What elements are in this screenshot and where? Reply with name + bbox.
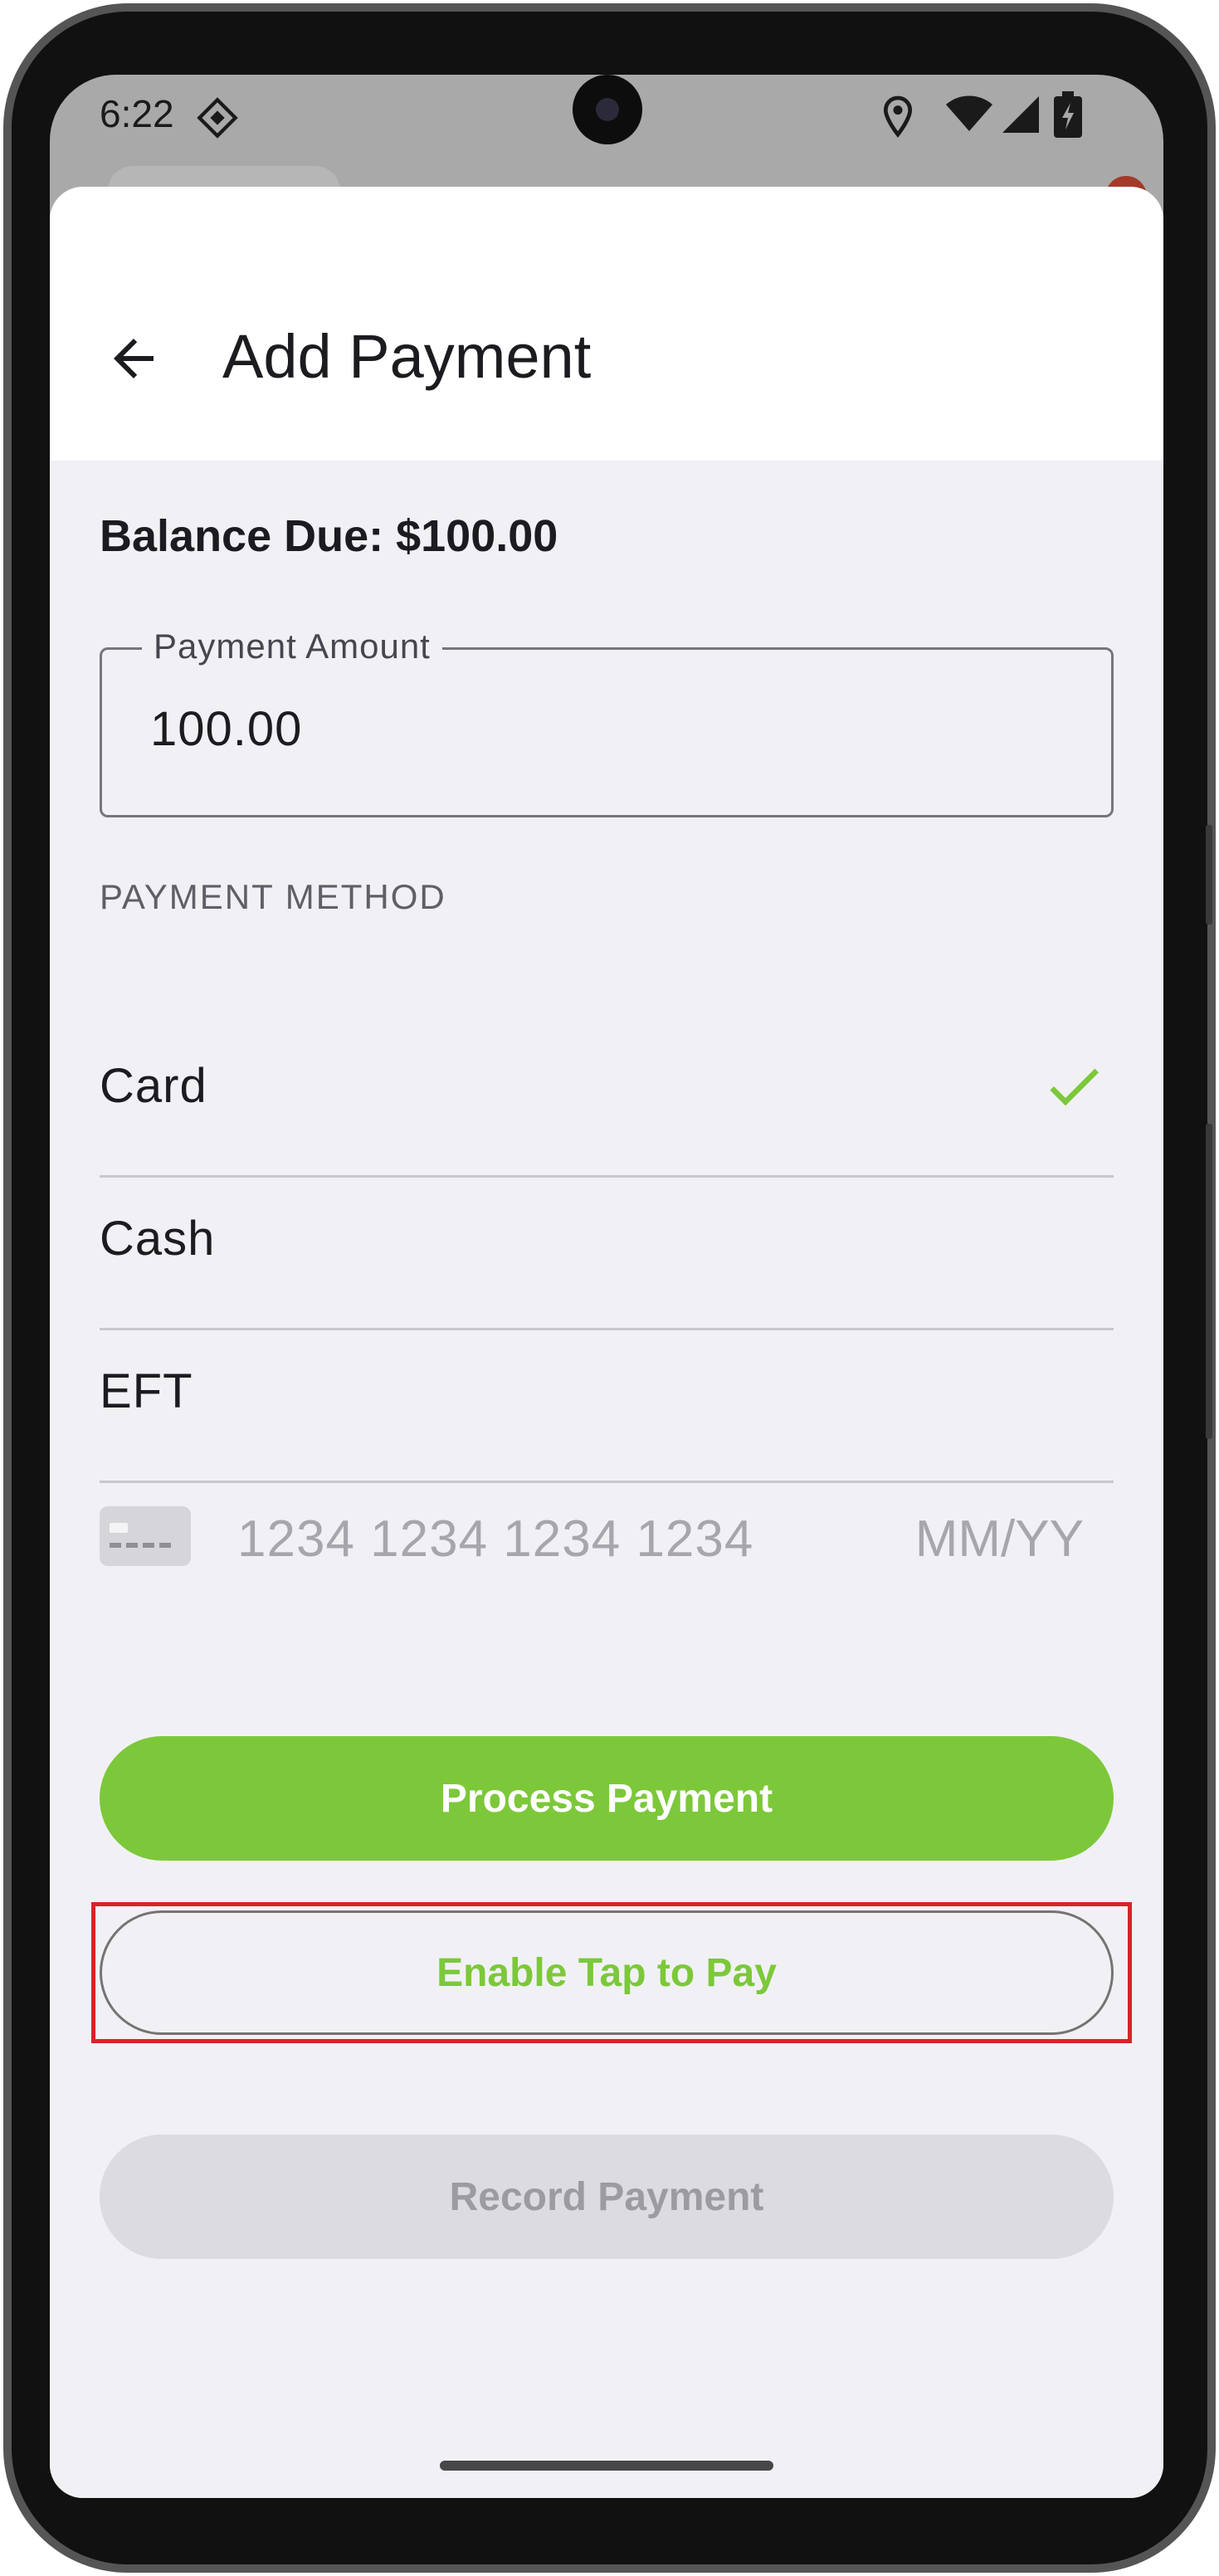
location-icon [880, 95, 916, 142]
balance-due: Balance Due: $100.00 [100, 511, 558, 561]
credit-card-icon [100, 1506, 191, 1566]
payment-method-eft[interactable]: EFT [100, 1330, 1114, 1483]
enable-tap-to-pay-button[interactable]: Enable Tap to Pay [100, 1910, 1114, 2035]
payment-amount-value[interactable]: 100.00 [150, 701, 302, 757]
payment-method-label: Card [100, 1059, 207, 1113]
sheet-header: Add Payment [50, 187, 1163, 461]
record-payment-button[interactable]: Record Payment [100, 2134, 1114, 2259]
payment-method-label: EFT [100, 1364, 193, 1418]
payment-method-card[interactable]: Card [100, 1025, 1114, 1178]
notification-icon [196, 96, 239, 144]
signal-icon [1001, 95, 1041, 139]
payment-amount-field[interactable]: Payment Amount 100.00 [100, 627, 1114, 817]
wifi-icon [944, 95, 994, 139]
payment-method-label: Cash [100, 1212, 216, 1266]
payment-amount-label: Payment Amount [142, 627, 442, 666]
screen: 6:22 Add Payment Balance Due: $100.00 Pa… [50, 75, 1163, 2498]
page-title: Add Payment [222, 322, 592, 391]
arrow-back-icon [114, 339, 154, 378]
check-icon [1041, 1053, 1107, 1124]
phone-side-button [1206, 825, 1212, 925]
home-indicator[interactable] [440, 2461, 773, 2471]
process-payment-button[interactable]: Process Payment [100, 1736, 1114, 1861]
payment-method-header: PAYMENT METHOD [100, 877, 446, 916]
front-camera [573, 75, 642, 144]
battery-charging-icon [1054, 91, 1082, 142]
card-number-input[interactable]: 1234 1234 1234 1234 [237, 1510, 753, 1569]
card-expiry-input[interactable]: MM/YY [915, 1510, 1084, 1569]
payment-method-cash[interactable]: Cash [100, 1178, 1114, 1330]
back-button[interactable] [96, 321, 171, 396]
status-time: 6:22 [100, 92, 174, 135]
phone-volume-button [1206, 1124, 1212, 1439]
card-input-row: 1234 1234 1234 1234 MM/YY [100, 1490, 1114, 1589]
add-payment-sheet: Add Payment Balance Due: $100.00 Payment… [50, 187, 1163, 2498]
